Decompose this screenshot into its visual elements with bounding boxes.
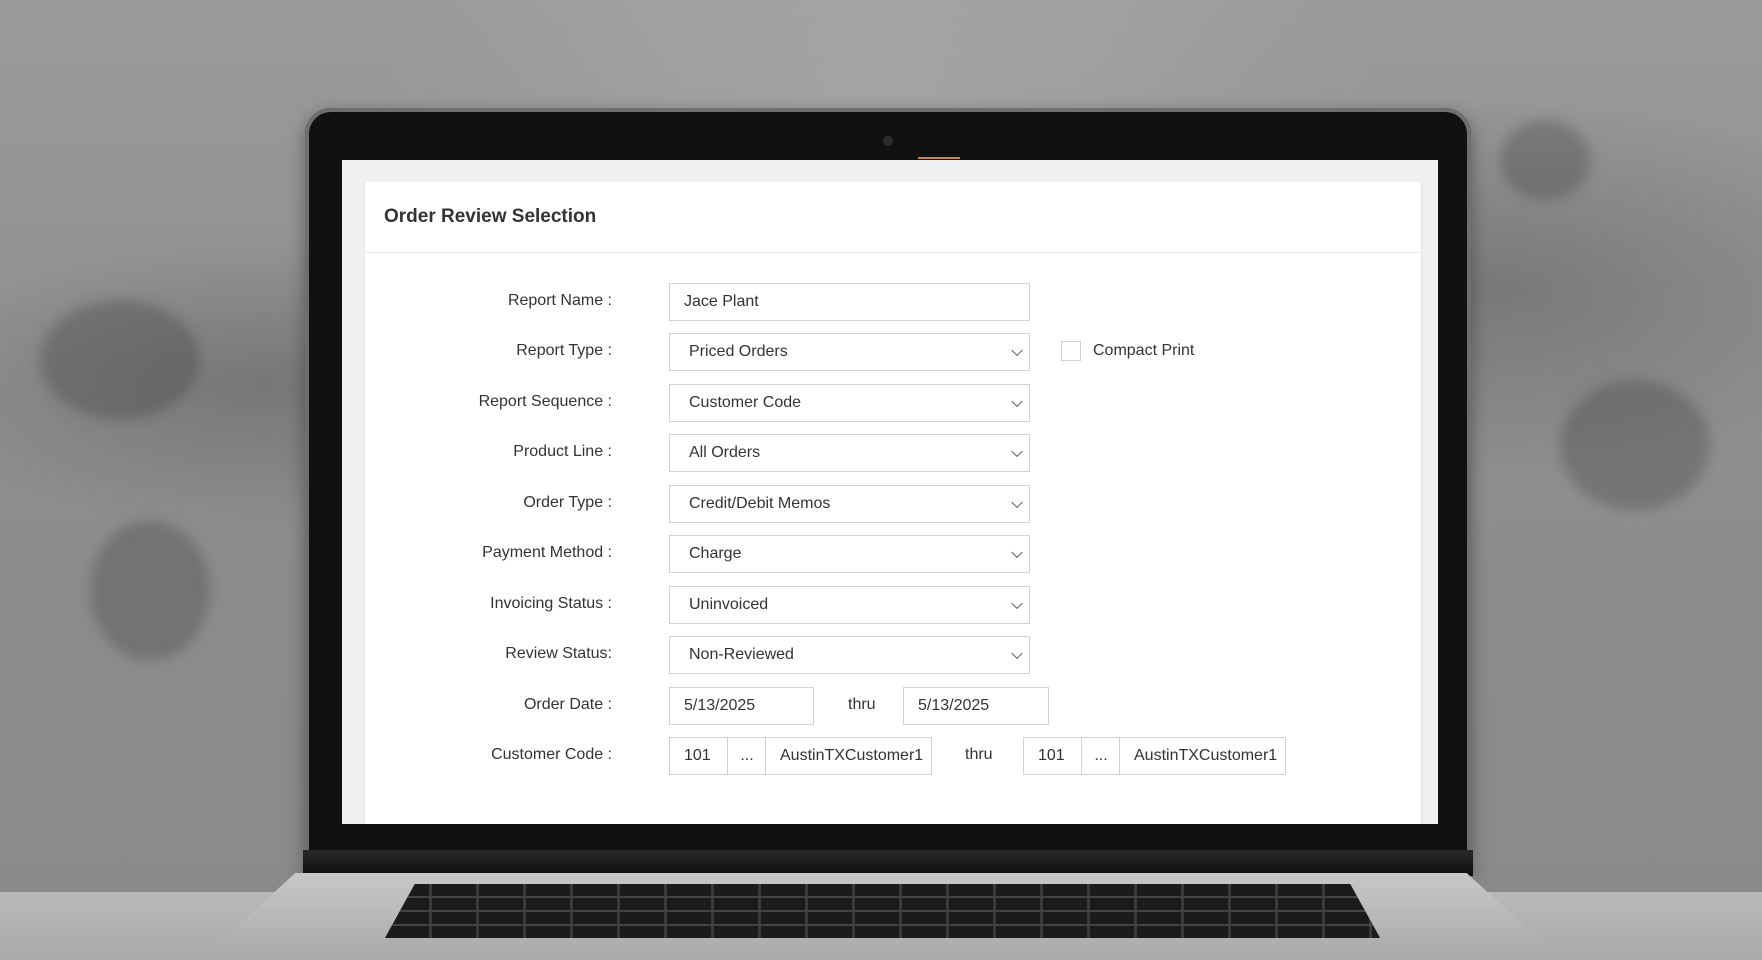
report-type-value: Priced Orders [689,343,788,360]
chevron-down-icon [1011,395,1023,408]
order-date-thru-label: thru [848,696,876,713]
compact-print-label: Compact Print [1093,342,1195,359]
order-date-from-value: 5/13/2025 [684,697,756,714]
customer-code-thru-label: thru [965,746,993,763]
webcam [883,136,893,146]
report-sequence-select[interactable]: Customer Code [669,384,1030,422]
order-date-label: Order Date : [523,696,612,713]
panel-title: Order Review Selection [384,206,597,227]
order-date-from-input[interactable]: 5/13/2025 [669,687,814,725]
compact-print-checkbox[interactable] [1061,341,1081,361]
chevron-down-icon [1011,647,1023,660]
invoicing-status-value: Uninvoiced [689,596,769,613]
customer-code-from-input[interactable]: 101 [669,737,729,775]
order-type-select[interactable]: Credit/Debit Memos [669,485,1030,523]
customer-code-label: Customer Code : [491,746,612,763]
customer-name-from-input[interactable]: AustinTXCustomer1 [765,737,932,775]
report-type-label: Report Type : [516,342,612,359]
payment-method-value: Charge [689,545,742,562]
product-line-label: Product Line : [513,443,612,460]
report-sequence-label: Report Sequence : [478,393,612,410]
laptop-hinge [303,850,1473,876]
report-name-value: Jace Plant [684,293,759,310]
laptop-keyboard [385,884,1380,938]
report-name-label: Report Name : [507,292,612,309]
chevron-down-icon [1011,496,1023,509]
customer-code-from-lookup-button[interactable]: ... [727,737,767,775]
webcam-indicator [918,157,960,159]
chevron-down-icon [1011,546,1023,559]
chevron-down-icon [1011,445,1023,458]
order-type-label: Order Type : [523,494,612,511]
report-name-input[interactable]: Jace Plant [669,283,1030,321]
order-date-to-value: 5/13/2025 [918,697,990,714]
customer-code-to-lookup-button[interactable]: ... [1081,737,1121,775]
lookup-icon: ... [1094,747,1108,764]
panel-header: Order Review Selection [365,182,1421,253]
invoicing-status-label: Invoicing Status : [490,595,612,612]
review-status-select[interactable]: Non-Reviewed [669,636,1030,674]
payment-method-select[interactable]: Charge [669,535,1030,573]
order-review-panel: Order Review Selection Report Name : Jac… [364,182,1422,824]
chevron-down-icon [1011,597,1023,610]
customer-code-to-input[interactable]: 101 [1023,737,1083,775]
customer-name-to-value: AustinTXCustomer1 [1134,747,1278,764]
customer-code-from-value: 101 [684,747,711,764]
invoicing-status-select[interactable]: Uninvoiced [669,586,1030,624]
report-type-select[interactable]: Priced Orders [669,333,1030,371]
customer-code-to-value: 101 [1038,747,1065,764]
review-status-value: Non-Reviewed [689,646,794,663]
laptop-screen: Order Review Selection Report Name : Jac… [342,160,1438,824]
product-line-value: All Orders [689,444,761,461]
order-date-to-input[interactable]: 5/13/2025 [903,687,1049,725]
product-line-select[interactable]: All Orders [669,434,1030,472]
order-type-value: Credit/Debit Memos [689,495,831,512]
customer-name-to-input[interactable]: AustinTXCustomer1 [1119,737,1286,775]
customer-name-from-value: AustinTXCustomer1 [780,747,924,764]
review-status-label: Review Status: [505,645,612,662]
lookup-icon: ... [740,747,754,764]
payment-method-label: Payment Method : [482,544,612,561]
chevron-down-icon [1011,344,1023,357]
report-sequence-value: Customer Code [689,394,802,411]
